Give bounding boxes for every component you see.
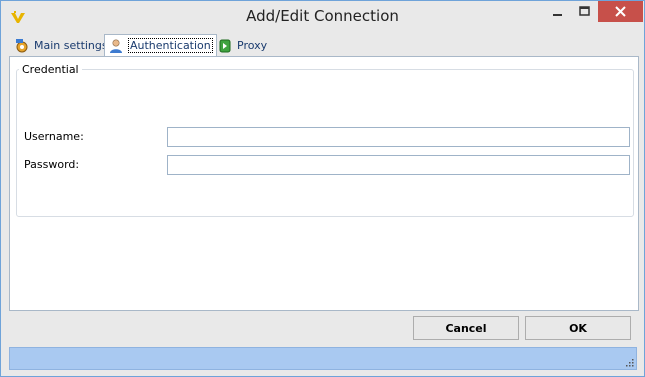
tab-strip: Main settings Authentication Proxy xyxy=(8,34,638,57)
tab-content-panel: Credential Username: Password: xyxy=(9,56,639,311)
tab-label: Authentication xyxy=(128,38,213,53)
username-input[interactable] xyxy=(167,127,630,147)
close-icon xyxy=(615,6,626,17)
user-icon xyxy=(110,38,122,53)
resize-grip-icon[interactable] xyxy=(625,358,634,367)
maximize-button[interactable] xyxy=(571,1,598,22)
settings-icon xyxy=(16,38,28,52)
tab-label: Proxy xyxy=(237,39,268,52)
cancel-button[interactable]: Cancel xyxy=(413,316,519,340)
title-bar[interactable]: Add/Edit Connection xyxy=(1,1,644,32)
minimize-icon xyxy=(553,14,562,16)
tab-label: Main settings xyxy=(34,39,108,52)
tab-main-settings[interactable]: Main settings xyxy=(10,34,112,57)
minimize-button[interactable] xyxy=(544,1,571,22)
maximize-icon xyxy=(579,6,590,16)
ok-button[interactable]: OK xyxy=(525,316,631,340)
proxy-icon xyxy=(219,39,231,52)
credential-group-title: Credential xyxy=(19,63,82,76)
tab-authentication[interactable]: Authentication xyxy=(104,34,217,57)
password-label: Password: xyxy=(24,158,80,171)
dialog-window: Add/Edit Connection Main settings Authen… xyxy=(0,0,645,377)
close-button[interactable] xyxy=(598,1,643,22)
tab-proxy[interactable]: Proxy xyxy=(213,34,271,57)
username-label: Username: xyxy=(24,130,84,143)
password-input[interactable] xyxy=(167,155,630,175)
status-bar xyxy=(9,347,637,370)
